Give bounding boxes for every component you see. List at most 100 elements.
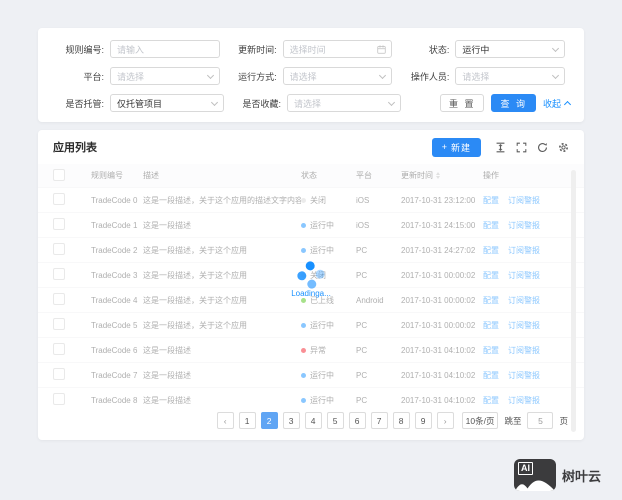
page-button-2-active[interactable]: 2 — [260, 412, 278, 429]
subscribe-alert-link[interactable]: 订阅警报 — [508, 221, 540, 230]
chevron-down-icon — [206, 71, 214, 80]
fullscreen-icon[interactable] — [516, 142, 527, 153]
field-status: 状态: 运行中 — [397, 40, 566, 58]
table-row[interactable]: TradeCode 8 这是一段描述 运行中 PC 2017-10-31 04:… — [38, 387, 584, 412]
sort-caret-icon[interactable] — [436, 172, 440, 180]
field-run-mode: 运行方式: 请选择 — [225, 67, 393, 85]
page-button-6[interactable]: 6 — [348, 412, 366, 429]
search-button[interactable]: 查 询 — [491, 94, 536, 112]
page-button-4[interactable]: 4 — [304, 412, 322, 429]
operator-select[interactable]: 请选择 — [455, 67, 566, 85]
row-checkbox[interactable] — [53, 193, 65, 205]
jump-label: 跳至 — [504, 415, 522, 426]
rule-no-label: 规则编号: — [65, 44, 104, 55]
table-scrollbar[interactable] — [571, 170, 576, 432]
rule-no-input[interactable]: 请输入 — [110, 40, 220, 58]
new-button[interactable]: + 新建 — [431, 137, 481, 157]
favorite-select[interactable]: 请选择 — [287, 94, 401, 112]
page-button-5[interactable]: 5 — [326, 412, 344, 429]
status-label: 状态: — [428, 44, 450, 55]
select-all-checkbox[interactable] — [53, 168, 65, 181]
settings-icon[interactable] — [558, 142, 569, 153]
status-text: 运行中 — [310, 370, 334, 380]
table-row[interactable]: TradeCode 1 这是一段描述 运行中 iOS 2017-10-31 24… — [38, 212, 584, 237]
table-row[interactable]: TradeCode 5 这是一段描述，关于这个应用 运行中 PC 2017-10… — [38, 312, 584, 337]
run-mode-select[interactable]: 请选择 — [282, 67, 393, 85]
rule-code: TradeCode 8 — [91, 395, 138, 405]
subscribe-alert-link[interactable]: 订阅警报 — [508, 196, 540, 205]
configure-link[interactable]: 配置 — [483, 221, 499, 230]
updated-cell: 2017-10-31 00:00:02 — [401, 320, 476, 330]
configure-link[interactable]: 配置 — [483, 321, 499, 330]
status-text: 运行中 — [310, 320, 334, 330]
page-button-7[interactable]: 7 — [370, 412, 388, 429]
status-dot — [301, 197, 306, 203]
col-header-description[interactable]: 描述 — [143, 170, 301, 181]
field-hosted: 是否托管: 仅托管项目 — [52, 94, 224, 112]
rule-code: TradeCode 0 — [91, 195, 138, 205]
status-select[interactable]: 运行中 — [455, 40, 566, 58]
rule-description: 这是一段描述 — [143, 345, 191, 355]
subscribe-alert-link[interactable]: 订阅警报 — [508, 246, 540, 255]
page-button-9[interactable]: 9 — [414, 412, 432, 429]
platform-cell: iOS — [356, 195, 370, 205]
status-dot — [301, 247, 306, 253]
row-checkbox[interactable] — [53, 368, 65, 380]
configure-link[interactable]: 配置 — [483, 396, 499, 405]
table-row[interactable]: TradeCode 7 这是一段描述 运行中 PC 2017-10-31 04:… — [38, 362, 584, 387]
loading-spinner: Loadinga... — [38, 259, 584, 298]
favorite-label: 是否收藏: — [242, 98, 281, 109]
reset-button[interactable]: 重 置 — [439, 94, 485, 112]
jump-page-input[interactable]: 5 — [527, 412, 554, 429]
column-height-icon[interactable] — [495, 142, 506, 153]
col-header-rule-code[interactable]: 规则编号 — [91, 170, 143, 181]
subscribe-alert-link[interactable]: 订阅警报 — [508, 346, 540, 355]
page-size-select[interactable]: 10条/页 — [461, 412, 499, 429]
page-button-3[interactable]: 3 — [282, 412, 300, 429]
configure-link[interactable]: 配置 — [483, 196, 499, 205]
filter-form-card: 规则编号: 请输入 更新时间: 选择时间 状态: 运行中 平台: 请选择 运行方… — [38, 28, 584, 122]
table-header-row: 规则编号 描述 状态 平台 更新时间 操作 — [38, 164, 584, 187]
updated-cell: 2017-10-31 24:27:02 — [401, 245, 476, 255]
row-checkbox[interactable] — [53, 318, 65, 330]
status-text: 运行中 — [310, 220, 334, 230]
subscribe-alert-link[interactable]: 订阅警报 — [508, 396, 540, 405]
configure-link[interactable]: 配置 — [483, 371, 499, 380]
platform-select[interactable]: 请选择 — [110, 67, 220, 85]
update-time-datepicker[interactable]: 选择时间 — [282, 40, 393, 58]
configure-link[interactable]: 配置 — [483, 346, 499, 355]
table-row[interactable]: TradeCode 2 这是一段描述，关于这个应用 运行中 PC 2017-10… — [38, 237, 584, 262]
subscribe-alert-link[interactable]: 订阅警报 — [508, 371, 540, 380]
page-button-1[interactable]: 1 — [238, 412, 256, 429]
col-header-updated[interactable]: 更新时间 — [401, 170, 483, 181]
row-checkbox[interactable] — [53, 218, 65, 230]
status-text: 异常 — [310, 345, 326, 355]
hosted-select[interactable]: 仅托管项目 — [110, 94, 224, 112]
platform-cell: PC — [356, 345, 368, 355]
table-row[interactable]: TradeCode 6 这是一段描述 异常 PC 2017-10-31 04:1… — [38, 337, 584, 362]
status-text: 运行中 — [310, 395, 334, 405]
subscribe-alert-link[interactable]: 订阅警报 — [508, 321, 540, 330]
page-button-8[interactable]: 8 — [392, 412, 410, 429]
updated-cell: 2017-10-31 04:10:02 — [401, 395, 476, 405]
rule-code: TradeCode 5 — [91, 320, 138, 330]
collapse-link[interactable]: 收起 — [543, 97, 572, 110]
configure-link[interactable]: 配置 — [483, 246, 499, 255]
row-checkbox[interactable] — [53, 343, 65, 355]
prev-page-button[interactable]: ‹ — [216, 412, 234, 429]
rule-description: 这是一段描述，关于这个应用 — [143, 320, 247, 330]
updated-cell: 2017-10-31 04:10:02 — [401, 345, 476, 355]
rule-description: 这是一段描述，关于这个应用的描述文字内容 — [143, 195, 301, 205]
col-header-status[interactable]: 状态 — [301, 170, 356, 181]
col-header-platform[interactable]: 平台 — [356, 170, 401, 181]
row-checkbox[interactable] — [53, 243, 65, 255]
chevron-down-icon — [379, 71, 387, 80]
reload-icon[interactable] — [537, 142, 548, 153]
status-text: 关闭 — [310, 195, 326, 205]
status-dot — [301, 372, 306, 378]
rule-description: 这是一段描述 — [143, 395, 191, 405]
table-row[interactable]: TradeCode 0 这是一段描述，关于这个应用的描述文字内容 关闭 iOS … — [38, 187, 584, 212]
row-checkbox[interactable] — [53, 393, 65, 405]
updated-cell: 2017-10-31 04:10:02 — [401, 370, 476, 380]
next-page-button[interactable]: › — [436, 412, 454, 429]
